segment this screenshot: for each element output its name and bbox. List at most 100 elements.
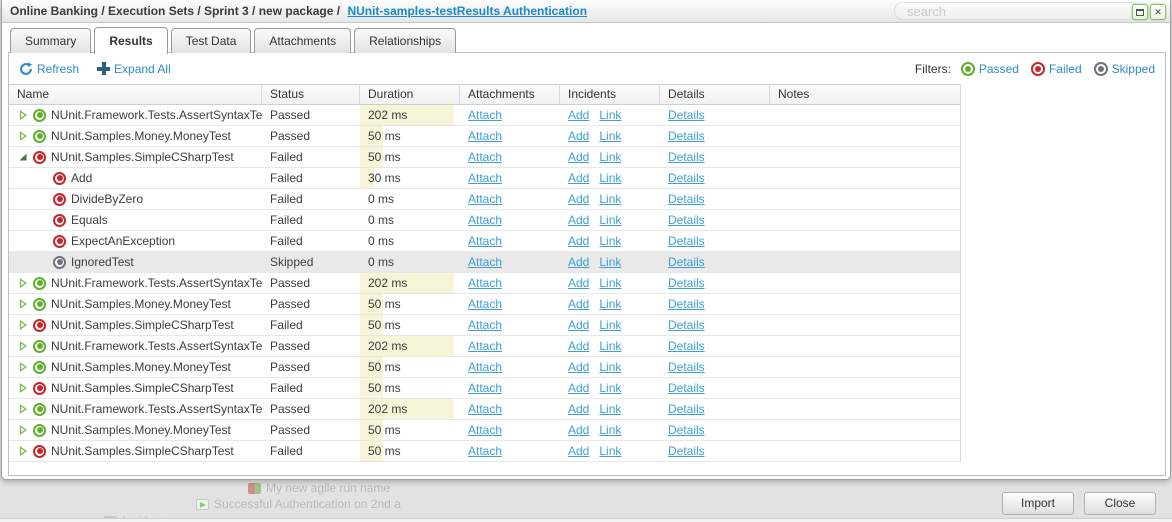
table-row[interactable]: Equals Failed 0 ms Attach Add Link Detai…: [9, 210, 960, 231]
table-row[interactable]: NUnit.Samples.Money.MoneyTest Passed 50 …: [9, 294, 960, 315]
attach-link[interactable]: Attach: [468, 150, 502, 164]
table-row[interactable]: IgnoredTest Skipped 0 ms Attach Add Link…: [9, 252, 960, 273]
add-incident-link[interactable]: Add: [568, 360, 589, 374]
add-incident-link[interactable]: Add: [568, 381, 589, 395]
attach-link[interactable]: Attach: [468, 444, 502, 458]
table-row[interactable]: NUnit.Samples.SimpleCSharpTest Failed 50…: [9, 147, 960, 168]
tab-attachments[interactable]: Attachments: [254, 28, 351, 53]
expander[interactable]: [17, 403, 29, 415]
add-incident-link[interactable]: Add: [568, 423, 589, 437]
dialog-close-button[interactable]: ✕: [1150, 4, 1166, 20]
add-incident-link[interactable]: Add: [568, 297, 589, 311]
breadcrumb-current-link[interactable]: NUnit-samples-testResults Authentication: [347, 4, 587, 18]
attach-link[interactable]: Attach: [468, 297, 502, 311]
add-incident-link[interactable]: Add: [568, 234, 589, 248]
attach-link[interactable]: Attach: [468, 318, 502, 332]
details-link[interactable]: Details: [668, 444, 705, 458]
link-incident-link[interactable]: Link: [599, 108, 621, 122]
attach-link[interactable]: Attach: [468, 276, 502, 290]
column-header-notes[interactable]: Notes: [770, 85, 960, 104]
expand-all-button[interactable]: Expand All: [97, 62, 171, 76]
link-incident-link[interactable]: Link: [599, 297, 621, 311]
details-link[interactable]: Details: [668, 213, 705, 227]
add-incident-link[interactable]: Add: [568, 339, 589, 353]
expander[interactable]: [17, 445, 29, 457]
details-link[interactable]: Details: [668, 129, 705, 143]
attach-link[interactable]: Attach: [468, 339, 502, 353]
expander[interactable]: [17, 109, 29, 121]
link-incident-link[interactable]: Link: [599, 255, 621, 269]
link-incident-link[interactable]: Link: [599, 171, 621, 185]
attach-link[interactable]: Attach: [468, 423, 502, 437]
attach-link[interactable]: Attach: [468, 402, 502, 416]
add-incident-link[interactable]: Add: [568, 150, 589, 164]
refresh-button[interactable]: Refresh: [19, 62, 79, 76]
link-incident-link[interactable]: Link: [599, 192, 621, 206]
maximize-button[interactable]: [1132, 4, 1148, 20]
details-link[interactable]: Details: [668, 234, 705, 248]
details-link[interactable]: Details: [668, 423, 705, 437]
link-incident-link[interactable]: Link: [599, 150, 621, 164]
link-incident-link[interactable]: Link: [599, 234, 621, 248]
table-row[interactable]: DivideByZero Failed 0 ms Attach Add Link…: [9, 189, 960, 210]
details-link[interactable]: Details: [668, 192, 705, 206]
table-row[interactable]: NUnit.Samples.Money.MoneyTest Passed 50 …: [9, 357, 960, 378]
table-row[interactable]: NUnit.Framework.Tests.AssertSyntaxTe... …: [9, 105, 960, 126]
table-row[interactable]: NUnit.Samples.Money.MoneyTest Passed 50 …: [9, 420, 960, 441]
column-header-incidents[interactable]: Incidents: [560, 85, 660, 104]
details-link[interactable]: Details: [668, 339, 705, 353]
expander[interactable]: [17, 130, 29, 142]
details-link[interactable]: Details: [668, 108, 705, 122]
tab-test-data[interactable]: Test Data: [171, 28, 252, 53]
table-row[interactable]: NUnit.Framework.Tests.AssertSyntaxTe... …: [9, 273, 960, 294]
table-row[interactable]: NUnit.Samples.SimpleCSharpTest Failed 50…: [9, 378, 960, 399]
attach-link[interactable]: Attach: [468, 381, 502, 395]
add-incident-link[interactable]: Add: [568, 129, 589, 143]
attach-link[interactable]: Attach: [468, 192, 502, 206]
expander[interactable]: [17, 298, 29, 310]
tab-relationships[interactable]: Relationships: [354, 28, 456, 53]
expander[interactable]: [17, 340, 29, 352]
link-incident-link[interactable]: Link: [599, 129, 621, 143]
expander[interactable]: [17, 319, 29, 331]
attach-link[interactable]: Attach: [468, 234, 502, 248]
table-row[interactable]: NUnit.Samples.SimpleCSharpTest Failed 50…: [9, 441, 960, 462]
attach-link[interactable]: Attach: [468, 108, 502, 122]
details-link[interactable]: Details: [668, 171, 705, 185]
expander[interactable]: [17, 382, 29, 394]
details-link[interactable]: Details: [668, 402, 705, 416]
add-incident-link[interactable]: Add: [568, 192, 589, 206]
link-incident-link[interactable]: Link: [599, 318, 621, 332]
table-row[interactable]: NUnit.Framework.Tests.AssertSyntaxTe... …: [9, 336, 960, 357]
details-link[interactable]: Details: [668, 297, 705, 311]
attach-link[interactable]: Attach: [468, 129, 502, 143]
expander[interactable]: [17, 424, 29, 436]
details-link[interactable]: Details: [668, 276, 705, 290]
add-incident-link[interactable]: Add: [568, 213, 589, 227]
column-header-status[interactable]: Status: [262, 85, 360, 104]
column-header-name[interactable]: Name: [9, 85, 262, 104]
attach-link[interactable]: Attach: [468, 171, 502, 185]
details-link[interactable]: Details: [668, 255, 705, 269]
filter-skipped[interactable]: Skipped: [1094, 62, 1155, 76]
link-incident-link[interactable]: Link: [599, 213, 621, 227]
column-header-duration[interactable]: Duration: [360, 85, 460, 104]
details-link[interactable]: Details: [668, 360, 705, 374]
details-link[interactable]: Details: [668, 381, 705, 395]
link-incident-link[interactable]: Link: [599, 381, 621, 395]
attach-link[interactable]: Attach: [468, 255, 502, 269]
expander[interactable]: [17, 277, 29, 289]
table-row[interactable]: NUnit.Samples.SimpleCSharpTest Failed 50…: [9, 315, 960, 336]
add-incident-link[interactable]: Add: [568, 318, 589, 332]
table-row[interactable]: ExpectAnException Failed 0 ms Attach Add…: [9, 231, 960, 252]
add-incident-link[interactable]: Add: [568, 276, 589, 290]
add-incident-link[interactable]: Add: [568, 171, 589, 185]
expander[interactable]: [17, 361, 29, 373]
import-button[interactable]: Import: [1002, 492, 1074, 515]
link-incident-link[interactable]: Link: [599, 402, 621, 416]
table-row[interactable]: NUnit.Samples.Money.MoneyTest Passed 50 …: [9, 126, 960, 147]
link-incident-link[interactable]: Link: [599, 444, 621, 458]
details-link[interactable]: Details: [668, 150, 705, 164]
details-link[interactable]: Details: [668, 318, 705, 332]
add-incident-link[interactable]: Add: [568, 108, 589, 122]
